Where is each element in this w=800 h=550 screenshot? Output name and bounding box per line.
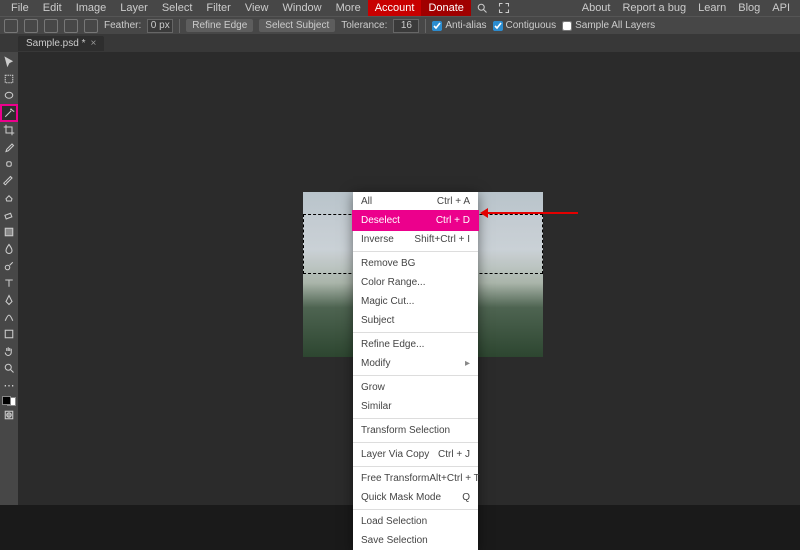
- ctx-freet[interactable]: Free TransformAlt+Ctrl + T: [353, 469, 478, 488]
- sample-all-checkbox[interactable]: Sample All Layers: [562, 20, 655, 31]
- menu-file[interactable]: File: [4, 0, 36, 16]
- tolerance-label: Tolerance:: [341, 20, 387, 31]
- hand-tool[interactable]: [1, 343, 17, 359]
- dodge-tool[interactable]: [1, 258, 17, 274]
- ctx-removebg[interactable]: Remove BG: [353, 254, 478, 273]
- search-icon[interactable]: [475, 1, 489, 15]
- tab-sample[interactable]: Sample.psd * ×: [18, 36, 104, 51]
- menu-learn[interactable]: Learn: [692, 0, 732, 16]
- tab-label: Sample.psd *: [26, 38, 85, 49]
- menu-image[interactable]: Image: [69, 0, 114, 16]
- gradient-tool[interactable]: [1, 224, 17, 240]
- ctx-subject[interactable]: Subject: [353, 311, 478, 330]
- menu-view[interactable]: View: [238, 0, 276, 16]
- zoom-tool[interactable]: [1, 360, 17, 376]
- eraser-tool[interactable]: [1, 207, 17, 223]
- canvas-area[interactable]: AllCtrl + A DeselectCtrl + D InverseShif…: [18, 52, 800, 505]
- options-bar: Feather: Refine Edge Select Subject Tole…: [0, 16, 800, 34]
- more-tools[interactable]: ⋯: [1, 377, 17, 393]
- ctx-magic[interactable]: Magic Cut...: [353, 292, 478, 311]
- path-tool[interactable]: [1, 309, 17, 325]
- tool-preset-icon[interactable]: [4, 19, 18, 33]
- brush-tool[interactable]: [1, 173, 17, 189]
- lasso-tool[interactable]: [1, 88, 17, 104]
- sel-sub-icon[interactable]: [64, 19, 78, 33]
- ctx-all[interactable]: AllCtrl + A: [353, 192, 478, 211]
- sel-new-icon[interactable]: [24, 19, 38, 33]
- menu-donate[interactable]: Donate: [421, 0, 470, 16]
- separator: [179, 19, 180, 33]
- menu-about[interactable]: About: [576, 0, 617, 16]
- toolbar: ⋯: [0, 52, 18, 505]
- eyedropper-tool[interactable]: [1, 139, 17, 155]
- ctx-load[interactable]: Load Selection: [353, 512, 478, 531]
- pen-tool[interactable]: [1, 292, 17, 308]
- document-tabs: Sample.psd * ×: [0, 34, 800, 52]
- annotation-arrow: [483, 212, 578, 214]
- ctx-similar[interactable]: Similar: [353, 397, 478, 416]
- feather-label: Feather:: [104, 20, 141, 31]
- menu-select[interactable]: Select: [155, 0, 200, 16]
- feather-input[interactable]: [147, 19, 173, 33]
- context-menu: AllCtrl + A DeselectCtrl + D InverseShif…: [353, 192, 478, 550]
- menu-account[interactable]: Account: [368, 0, 422, 16]
- contiguous-checkbox[interactable]: Contiguous: [493, 20, 557, 31]
- ctx-deselect[interactable]: DeselectCtrl + D: [353, 211, 478, 230]
- separator: [425, 19, 426, 33]
- ctx-refine[interactable]: Refine Edge...: [353, 335, 478, 354]
- fullscreen-icon[interactable]: [497, 1, 511, 15]
- menu-more[interactable]: More: [329, 0, 368, 16]
- menu-window[interactable]: Window: [276, 0, 329, 16]
- ctx-inverse[interactable]: InverseShift+Ctrl + I: [353, 230, 478, 249]
- ctx-transform[interactable]: Transform Selection: [353, 421, 478, 440]
- quickmask-toggle[interactable]: [1, 407, 17, 423]
- chevron-right-icon: ▸: [465, 358, 470, 369]
- ctx-viacopy[interactable]: Layer Via CopyCtrl + J: [353, 445, 478, 464]
- tolerance-input[interactable]: [393, 19, 419, 33]
- sel-add-icon[interactable]: [44, 19, 58, 33]
- magic-wand-tool[interactable]: [1, 105, 17, 121]
- menu-blog[interactable]: Blog: [732, 0, 766, 16]
- menu-api[interactable]: API: [766, 0, 796, 16]
- ctx-modify[interactable]: Modify▸: [353, 354, 478, 373]
- menu-layer[interactable]: Layer: [113, 0, 155, 16]
- ctx-grow[interactable]: Grow: [353, 378, 478, 397]
- sel-int-icon[interactable]: [84, 19, 98, 33]
- shape-tool[interactable]: [1, 326, 17, 342]
- ctx-colorrange[interactable]: Color Range...: [353, 273, 478, 292]
- color-swatch[interactable]: [2, 396, 16, 406]
- menu-bug[interactable]: Report a bug: [616, 0, 692, 16]
- move-tool[interactable]: [1, 54, 17, 70]
- heal-tool[interactable]: [1, 156, 17, 172]
- clone-tool[interactable]: [1, 190, 17, 206]
- menu-bar: File Edit Image Layer Select Filter View…: [0, 0, 800, 16]
- close-icon[interactable]: ×: [90, 38, 96, 49]
- refine-edge-button[interactable]: Refine Edge: [186, 19, 253, 32]
- blur-tool[interactable]: [1, 241, 17, 257]
- ctx-qmask[interactable]: Quick Mask ModeQ: [353, 488, 478, 507]
- menu-filter[interactable]: Filter: [199, 0, 237, 16]
- menu-edit[interactable]: Edit: [36, 0, 69, 16]
- type-tool[interactable]: [1, 275, 17, 291]
- marquee-tool[interactable]: [1, 71, 17, 87]
- antialias-checkbox[interactable]: Anti-alias: [432, 20, 486, 31]
- select-subject-button[interactable]: Select Subject: [259, 19, 335, 32]
- ctx-save[interactable]: Save Selection: [353, 531, 478, 550]
- crop-tool[interactable]: [1, 122, 17, 138]
